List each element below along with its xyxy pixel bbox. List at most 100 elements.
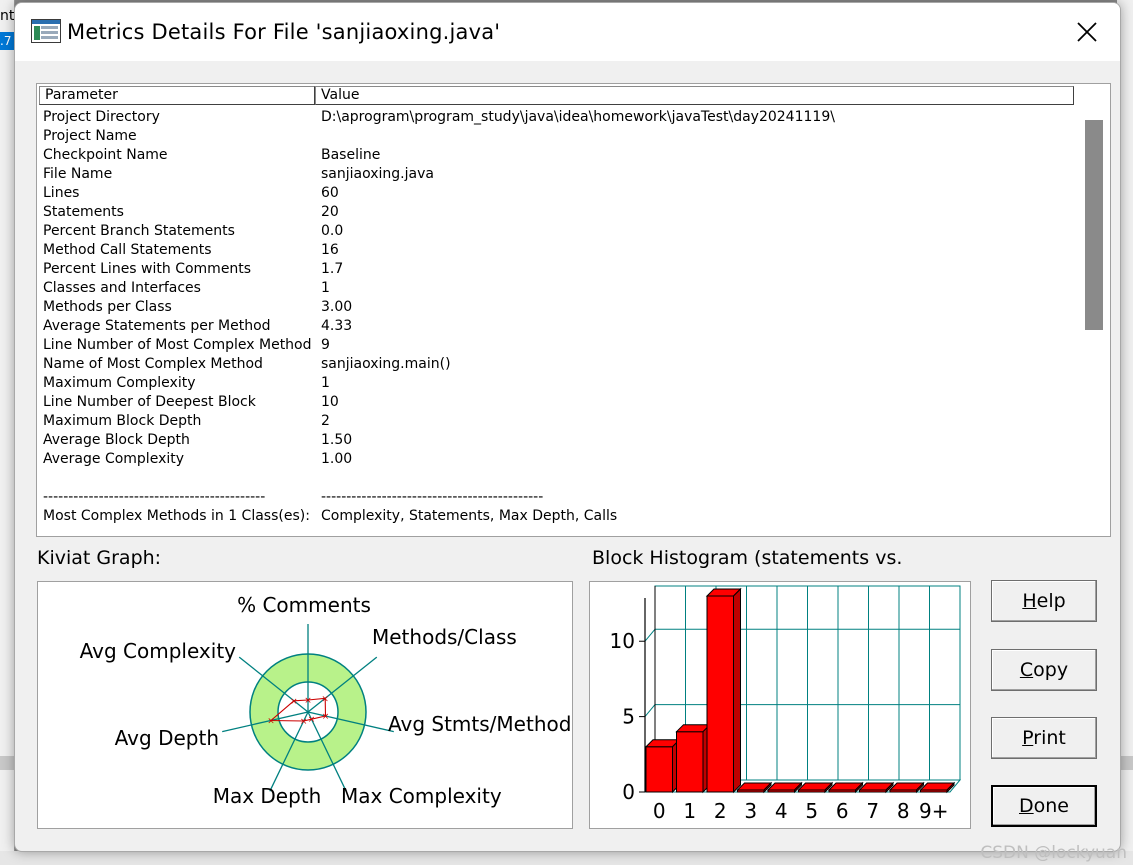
parameter-cell: Statements (43, 204, 124, 220)
parameter-cell: File Name (43, 166, 113, 182)
print-button[interactable]: Print (991, 717, 1097, 759)
title-bar[interactable]: Metrics Details For File 'sanjiaoxing.ja… (15, 3, 1120, 61)
value-cell: 10 (321, 394, 339, 410)
parameter-cell: Percent Branch Statements (43, 223, 235, 239)
parameter-cell: Average Statements per Method (43, 318, 271, 334)
histogram-x-tick-label: 4 (775, 799, 788, 823)
scrollbar-thumb[interactable] (1085, 120, 1103, 330)
histogram-x-tick-label: 8 (897, 799, 910, 823)
background-scrollbar-left (0, 756, 14, 770)
histogram-x-tick-label: 9+ (919, 799, 948, 823)
parameter-cell: Line Number of Most Complex Method (43, 337, 312, 353)
kiviat-axis-label: Avg Complexity (80, 639, 237, 663)
parameter-cell: Average Block Depth (43, 432, 190, 448)
block-histogram: 0 5 10 0 1 2 3 4 5 6 7 8 9+ (589, 581, 971, 829)
value-cell: 4.33 (321, 318, 353, 334)
kiviat-value-point: × (321, 694, 329, 704)
parameter-cell: Classes and Interfaces (43, 280, 201, 296)
parameter-cell: Project Name (43, 128, 137, 144)
column-header-parameter[interactable]: Parameter (39, 86, 315, 105)
parameter-cell: Methods per Class (43, 299, 172, 315)
kiviat-axis-label: Avg Stmts/Method (388, 712, 571, 736)
histogram-x-tick-label: 7 (866, 799, 879, 823)
dialog-title: Metrics Details For File 'sanjiaoxing.ja… (67, 20, 501, 44)
value-cell: ----------------------------------------… (321, 489, 544, 505)
kiviat-value-point: × (304, 696, 312, 706)
value-cell: 0.0 (321, 223, 344, 239)
done-button[interactable]: Done (991, 785, 1097, 827)
parameter-cell: Maximum Complexity (43, 375, 196, 391)
metrics-dialog: Metrics Details For File 'sanjiaoxing.ja… (14, 2, 1121, 852)
background-bottom-bar (0, 851, 1133, 865)
background-window-edge: nts .7 (0, 0, 15, 865)
parameter-cell: Project Directory (43, 109, 160, 125)
parameter-cell: Most Complex Methods in 1 Class(es): (43, 508, 310, 524)
watermark: CSDN @lockyuan (980, 843, 1127, 863)
value-cell: 1.00 (321, 451, 353, 467)
app-window-icon (31, 19, 61, 43)
kiviat-axis-label: Max Depth (213, 784, 322, 808)
kiviat-graph: % Comments Methods/Class Avg Stmts/Method M… (37, 581, 573, 829)
vertical-scrollbar[interactable] (1076, 106, 1110, 534)
parameter-cell: Maximum Block Depth (43, 413, 202, 429)
parameter-cell: Lines (43, 185, 80, 201)
histogram-x-tick-label: 5 (805, 799, 818, 823)
parameter-cell: Checkpoint Name (43, 147, 168, 163)
block-histogram-svg: 05100 1 2 3 4 5 6 7 8 9+ (610, 585, 962, 823)
column-header-value[interactable]: Value (315, 86, 1074, 105)
value-cell: 1.50 (321, 432, 353, 448)
histogram-bar (645, 746, 673, 793)
kiviat-graph-svg: % CommentsMethods/Class Avg Stmts/Method M… (80, 593, 572, 808)
kiviat-axis-label: Max Complexity (341, 784, 502, 808)
histogram-x-tick-label: 2 (714, 799, 727, 823)
histogram-bar-side (733, 587, 741, 794)
kiviat-value-point: × (308, 715, 316, 725)
histogram-bar (706, 595, 734, 793)
parameter-cell: Name of Most Complex Method (43, 356, 263, 372)
value-cell: Complexity, Statements, Max Depth, Calls (321, 508, 618, 524)
histogram-bar (676, 731, 704, 793)
kiviat-axis-label: % Comments (237, 593, 371, 617)
kiviat-value-point: × (267, 717, 275, 727)
value-cell: 9 (321, 337, 330, 353)
value-cell: 2 (321, 413, 330, 429)
kiviat-value-point: × (322, 712, 330, 722)
histogram-gridline-diagonal (644, 628, 656, 642)
histogram-y-tick-label: 10 (610, 629, 635, 653)
histogram-x-tick-label: 3 (744, 799, 757, 823)
value-cell: D:\aprogram\program_study\java\idea\home… (321, 109, 835, 125)
kiviat-value-point: × (300, 717, 308, 727)
value-cell: 1 (321, 280, 330, 296)
value-cell: Baseline (321, 147, 381, 163)
histogram-x-tick-label: 0 (653, 799, 666, 823)
kiviat-graph-label: Kiviat Graph: (37, 547, 162, 569)
metrics-details-list[interactable]: Parameter Value Project Directory D:\apro… (36, 83, 1111, 537)
kiviat-axis-label: Avg Depth (115, 726, 219, 750)
kiviat-axis-label: Methods/Class (372, 625, 517, 649)
copy-button[interactable]: Copy (991, 649, 1097, 691)
histogram-y-tick-label: 5 (622, 705, 635, 729)
parameter-cell: Average Complexity (43, 451, 185, 467)
value-cell: sanjiaoxing.main() (321, 356, 451, 372)
list-header: Parameter Value (39, 86, 1074, 105)
histogram-gridline-diagonal (644, 704, 656, 717)
help-button[interactable]: Help (991, 580, 1097, 622)
value-cell: 16 (321, 242, 339, 258)
close-icon[interactable] (1072, 17, 1102, 47)
value-cell: 1.7 (321, 261, 344, 277)
parameter-cell: Percent Lines with Comments (43, 261, 252, 277)
value-cell: sanjiaoxing.java (321, 166, 434, 182)
block-histogram-label: Block Histogram (statements vs. (592, 547, 903, 569)
background-selected-cell: .7 (0, 32, 14, 50)
histogram-x-tick-label: 1 (683, 799, 696, 823)
value-cell: 20 (321, 204, 339, 220)
histogram-x-tick-label: 6 (836, 799, 849, 823)
parameter-cell: ----------------------------------------… (43, 489, 266, 505)
parameter-cell: Line Number of Deepest Block (43, 394, 256, 410)
value-cell: 1 (321, 375, 330, 391)
value-cell: 3.00 (321, 299, 353, 315)
histogram-y-tick-label: 0 (622, 780, 635, 804)
background-text: nts (0, 8, 14, 24)
parameter-cell: Method Call Statements (43, 242, 212, 258)
kiviat-value-point: × (290, 697, 298, 707)
